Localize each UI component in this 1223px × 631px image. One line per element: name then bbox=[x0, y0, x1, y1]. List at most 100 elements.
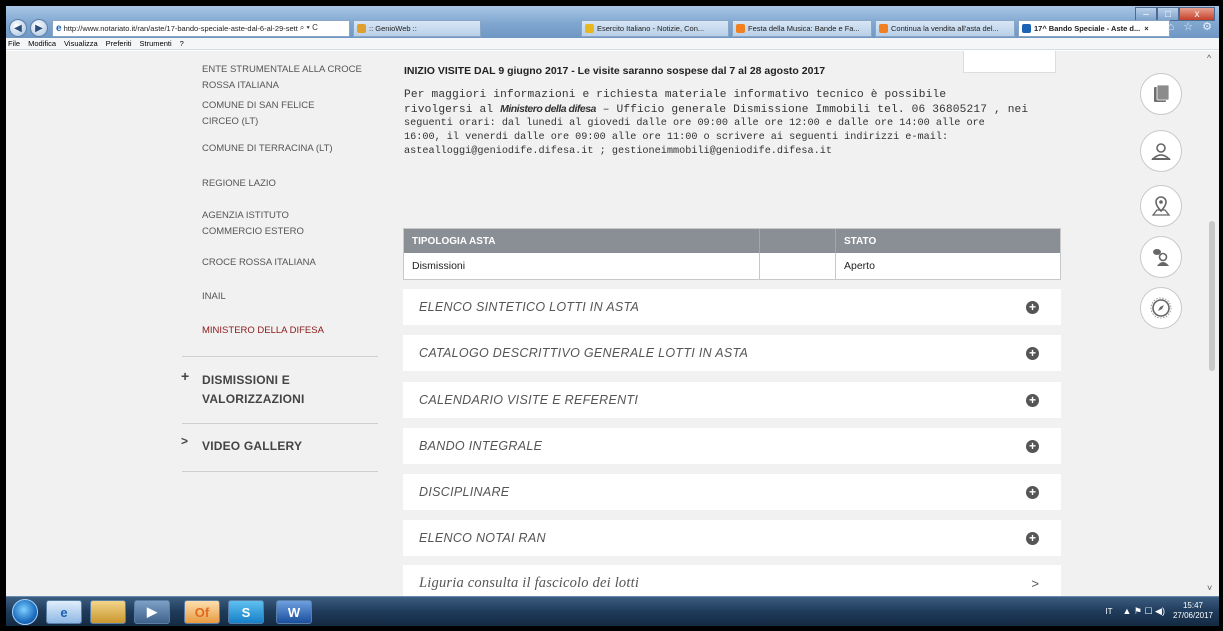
accordion-elenco-notai[interactable]: ELENCO NOTAI RAN + bbox=[403, 520, 1061, 556]
accordion-bando-integrale[interactable]: BANDO INTEGRALE + bbox=[403, 428, 1061, 464]
link-liguria-fascicolo[interactable]: Liguria consulta il fascicolo dei lotti … bbox=[403, 565, 1061, 596]
back-button[interactable]: ◀ bbox=[9, 19, 27, 37]
table-header-row: TIPOLOGIA ASTA STATO bbox=[404, 229, 1060, 253]
tab-close-icon[interactable]: × bbox=[1144, 24, 1148, 33]
explorer-folder-icon[interactable] bbox=[90, 600, 126, 624]
accordion-label: ELENCO NOTAI RAN bbox=[419, 531, 546, 545]
table-row: Dismissioni Aperto bbox=[404, 253, 1060, 279]
sidebar-divider bbox=[182, 356, 378, 357]
sidebar-divider bbox=[182, 471, 378, 472]
sidebar-item-inail[interactable]: INAIL bbox=[202, 289, 372, 305]
home-favorites-settings-icons[interactable]: ⌂ ☆ ⚙ bbox=[1168, 20, 1215, 33]
compass-icon[interactable] bbox=[1140, 287, 1182, 329]
plus-circle-icon[interactable]: + bbox=[1026, 393, 1039, 407]
column-header-stato: STATO bbox=[844, 235, 877, 247]
documents-icon[interactable] bbox=[1140, 73, 1182, 115]
plus-circle-icon[interactable]: + bbox=[1026, 485, 1039, 499]
browser-window: – □ x ◀ ▶ e http://www.notariato.it/ran/… bbox=[6, 6, 1219, 626]
tray-icons[interactable]: ▲ ⚑ ☐ ◀) bbox=[1122, 606, 1164, 617]
column-header-empty bbox=[760, 229, 836, 253]
accordion-label: DISCIPLINARE bbox=[419, 485, 510, 499]
page-content: ENTE STRUMENTALE ALLA CROCE ROSSA ITALIA… bbox=[6, 51, 1219, 596]
start-button[interactable] bbox=[12, 599, 38, 625]
accordion-calendario[interactable]: CALENDARIO VISITE E REFERENTI + bbox=[403, 382, 1061, 418]
info-line: seguenti orari: dal lunedi al giovedi da… bbox=[404, 118, 985, 129]
plus-circle-icon[interactable]: + bbox=[1026, 439, 1039, 453]
sidebar-divider bbox=[182, 423, 378, 424]
media-player-icon[interactable]: ▶ bbox=[134, 600, 170, 624]
plus-icon: + bbox=[181, 368, 190, 384]
sidebar-item-ministero-difesa[interactable]: MINISTERO DELLA DIFESA bbox=[202, 323, 372, 339]
sidebar-item-san-felice[interactable]: COMUNE DI SAN FELICE CIRCEO (LT) bbox=[202, 98, 332, 130]
tab-label: Festa della Musica: Bande e Fa... bbox=[748, 23, 860, 33]
tab-label: Esercito Italiano - Notizie, Con... bbox=[597, 23, 705, 33]
tab-festa-musica[interactable]: Festa della Musica: Bande e Fa... bbox=[732, 19, 872, 37]
forward-button[interactable]: ▶ bbox=[30, 19, 48, 37]
contact-person-icon[interactable] bbox=[1140, 236, 1182, 278]
plus-circle-icon[interactable]: + bbox=[1026, 346, 1039, 360]
visit-headline: INIZIO VISITE DAL 9 giugno 2017 - Le vis… bbox=[404, 65, 826, 77]
chevron-right-icon: > bbox=[181, 434, 189, 448]
title-bar: – □ x ◀ ▶ e http://www.notariato.it/ran/… bbox=[6, 6, 1219, 38]
menu-strumenti[interactable]: Strumenti bbox=[140, 39, 172, 48]
email-line[interactable]: astealloggi@geniodife.difesa.it ; gestio… bbox=[404, 145, 1064, 159]
sidebar-item-regione-lazio[interactable]: REGIONE LAZIO bbox=[202, 176, 372, 192]
table-cell-stato: Aperto bbox=[844, 260, 875, 272]
ministero-difesa-text: Ministero della difesa bbox=[500, 103, 596, 115]
column-header-tipologia: TIPOLOGIA ASTA bbox=[404, 229, 760, 253]
ie-taskbar-icon[interactable]: e bbox=[46, 600, 82, 624]
clock-date: 27/06/2017 bbox=[1172, 611, 1213, 620]
info-line: 16:00, il venerdi dalle ore 09:00 alle o… bbox=[404, 132, 949, 143]
tab-genioweb[interactable]: :: GenioWeb :: bbox=[353, 19, 481, 37]
table-cell-tipologia: Dismissioni bbox=[404, 253, 760, 279]
ie-icon bbox=[1022, 23, 1031, 33]
system-tray: IT ▲ ⚑ ☐ ◀) 15:47 27/06/2017 bbox=[1105, 601, 1213, 621]
scroll-thumb[interactable] bbox=[1209, 221, 1215, 371]
favicon-icon bbox=[357, 23, 366, 33]
address-tools[interactable]: ⌕ ▾ C bbox=[300, 23, 318, 33]
sidebar-item-cri[interactable]: CROCE ROSSA ITALIANA bbox=[202, 255, 372, 271]
scroll-up-icon[interactable]: ^ bbox=[1207, 53, 1211, 63]
sidebar-section-video-gallery[interactable]: VIDEO GALLERY bbox=[202, 437, 362, 456]
accordion-disciplinare[interactable]: DISCIPLINARE + bbox=[403, 474, 1061, 510]
scroll-down-icon[interactable]: ˅ bbox=[1207, 583, 1212, 593]
accordion-catalogo[interactable]: CATALOGO DESCRITTIVO GENERALE LOTTI IN A… bbox=[403, 335, 1061, 371]
table-cell-empty bbox=[760, 253, 836, 279]
navigation-row: ◀ ▶ e http://www.notariato.it/ran/aste/1… bbox=[6, 18, 1219, 38]
info-line: rivolgersi al Ministero della difesa – U… bbox=[404, 102, 1064, 117]
menu-preferiti[interactable]: Preferiti bbox=[106, 39, 132, 48]
user-icon[interactable] bbox=[1140, 130, 1182, 172]
menu-modifica[interactable]: Modifica bbox=[28, 39, 56, 48]
tab-label: 17^ Bando Speciale - Aste d... bbox=[1034, 23, 1141, 33]
office-icon[interactable]: Of bbox=[184, 600, 220, 624]
sidebar-section-dismissioni[interactable]: DISMISSIONI E VALORIZZAZIONI bbox=[202, 371, 322, 409]
word-icon[interactable]: W bbox=[276, 600, 312, 624]
address-bar[interactable]: e http://www.notariato.it/ran/aste/17-ba… bbox=[52, 19, 350, 37]
skype-icon[interactable]: S bbox=[228, 600, 264, 624]
star-icon bbox=[585, 23, 594, 33]
vertical-scrollbar[interactable]: ^ ˅ bbox=[1205, 51, 1219, 596]
accordion-label: BANDO INTEGRALE bbox=[419, 439, 543, 453]
accordion-label: CATALOGO DESCRITTIVO GENERALE LOTTI IN A… bbox=[419, 346, 749, 360]
taskbar: e ▶ Of S W IT ▲ ⚑ ☐ ◀) 15:47 27/06/2017 bbox=[6, 596, 1219, 626]
sidebar-item-ice[interactable]: AGENZIA ISTITUTO COMMERCIO ESTERO bbox=[202, 208, 312, 240]
accordion-elenco-sintetico[interactable]: ELENCO SINTETICO LOTTI IN ASTA + bbox=[403, 289, 1061, 325]
plus-circle-icon[interactable]: + bbox=[1026, 531, 1039, 545]
search-input[interactable] bbox=[963, 51, 1056, 73]
menu-file[interactable]: File bbox=[8, 39, 20, 48]
sidebar-item-ente-cri[interactable]: ENTE STRUMENTALE ALLA CROCE ROSSA ITALIA… bbox=[202, 62, 372, 94]
map-pin-icon[interactable] bbox=[1140, 185, 1182, 227]
plus-circle-icon[interactable]: + bbox=[1026, 300, 1039, 314]
info-line: Per maggiori informazioni e richiesta ma… bbox=[404, 89, 947, 101]
tab-continua-vendita[interactable]: Continua la vendita all'asta del... bbox=[875, 19, 1015, 37]
menu-help[interactable]: ? bbox=[180, 39, 184, 48]
tab-bando-speciale[interactable]: 17^ Bando Speciale - Aste d... × bbox=[1018, 19, 1170, 37]
clock[interactable]: 15:47 27/06/2017 bbox=[1173, 601, 1213, 621]
info-text-fragment: – Ufficio generale Dismissione Immobili … bbox=[595, 104, 1029, 116]
sidebar-item-terracina[interactable]: COMUNE DI TERRACINA (LT) bbox=[202, 141, 372, 157]
tab-esercito[interactable]: Esercito Italiano - Notizie, Con... bbox=[581, 19, 729, 37]
menu-visualizza[interactable]: Visualizza bbox=[64, 39, 98, 48]
language-indicator[interactable]: IT bbox=[1105, 607, 1112, 616]
accordion-label: ELENCO SINTETICO LOTTI IN ASTA bbox=[419, 300, 640, 314]
ie-icon: e bbox=[56, 22, 62, 34]
